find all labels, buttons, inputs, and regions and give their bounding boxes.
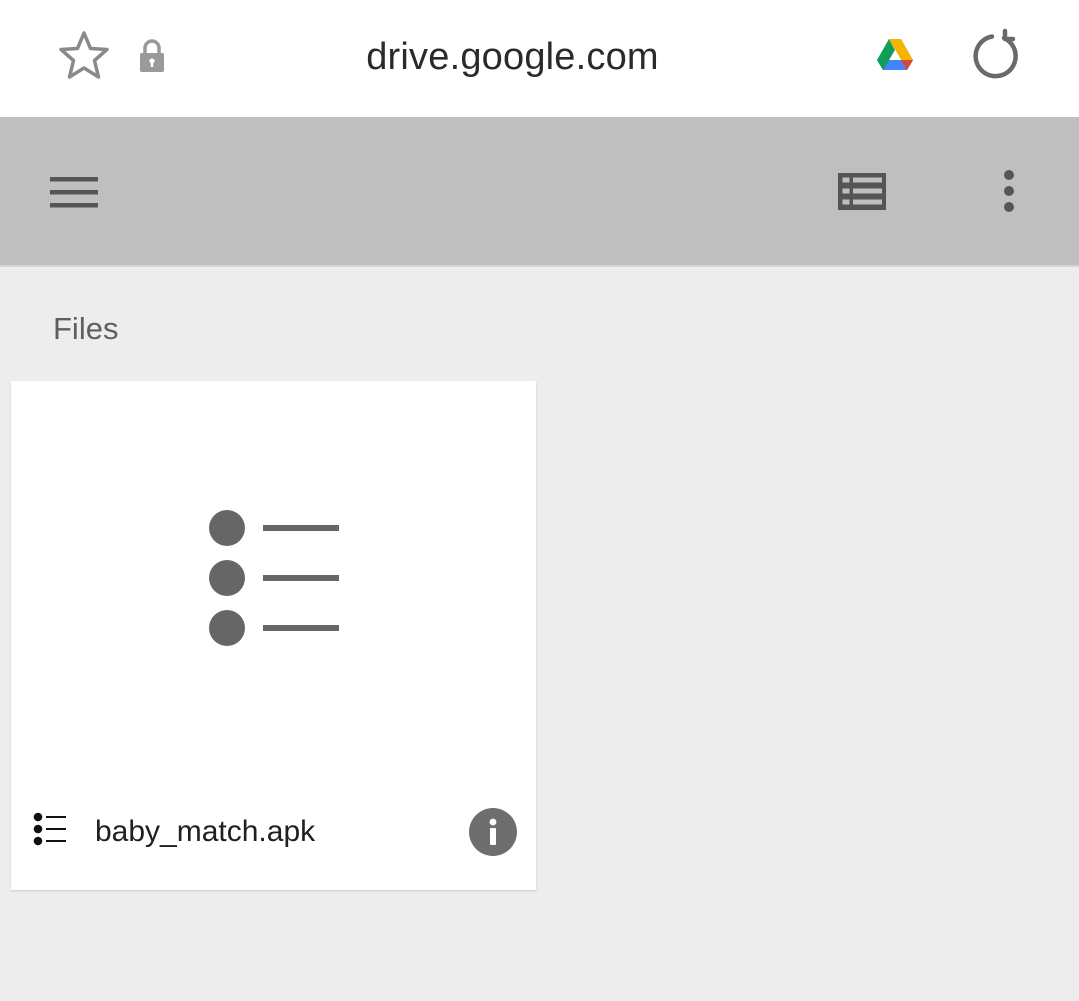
google-drive-icon: [876, 38, 914, 72]
more-vert-icon[interactable]: [994, 166, 1024, 216]
browser-address-bar: drive.google.com: [0, 0, 1079, 117]
reload-icon[interactable]: [968, 28, 1024, 84]
list-view-icon[interactable]: [836, 168, 888, 214]
file-card[interactable]: baby_match.apk: [11, 381, 536, 890]
section-title: Files: [53, 311, 119, 346]
lock-icon: [138, 38, 166, 74]
star-icon[interactable]: [57, 29, 111, 83]
list-bullet-icon: [33, 812, 69, 848]
url-text[interactable]: drive.google.com: [300, 30, 725, 84]
file-thumbnail-icon: [207, 507, 347, 651]
info-icon[interactable]: [469, 808, 517, 856]
app-toolbar: [0, 117, 1079, 267]
hamburger-menu-icon[interactable]: [47, 169, 101, 215]
file-name: baby_match.apk: [95, 815, 316, 848]
